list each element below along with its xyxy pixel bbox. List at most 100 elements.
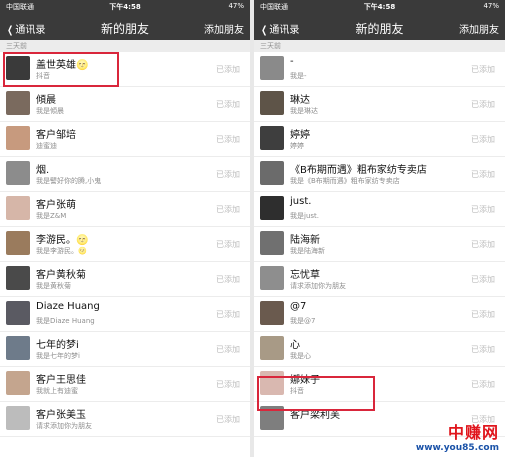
list-item[interactable]: 婷婷 婷婷 已添加: [254, 122, 505, 157]
add-friend-button[interactable]: 添加朋友: [459, 21, 499, 36]
add-friend-button[interactable]: 添加朋友: [204, 21, 244, 36]
avatar[interactable]: [260, 126, 284, 150]
request-message: 我是心: [290, 352, 311, 360]
contact-name: 客户张美玉: [36, 410, 86, 421]
section-header: 三天前: [0, 40, 250, 52]
added-status-label: 已添加: [471, 135, 495, 144]
added-status-label: 已添加: [216, 205, 240, 214]
added-status-label: 已添加: [471, 275, 495, 284]
added-status-label: 已添加: [471, 345, 495, 354]
contact-name: 客户张萌: [36, 200, 76, 211]
avatar[interactable]: [6, 371, 30, 395]
added-status-label: 已添加: [471, 205, 495, 214]
request-message: 我是黄秋菊: [36, 282, 71, 290]
list-item[interactable]: 客户王思佳 我就上有迪蜜 已添加: [0, 367, 250, 402]
list-item[interactable]: 客户张美玉 请求添加你为朋友 已添加: [0, 402, 250, 437]
highlight-box: [3, 52, 119, 87]
contact-name: 《B布期而遇》粗布家纺专卖店: [290, 165, 427, 176]
friend-request-list: 盖世英雄🌝 抖音 已添加 傾晨 我是傾晨 已添加 客户邹培 迪蜜迪 已添加 烟. 我是譬好你的腾,小…: [0, 52, 250, 437]
contact-name: 陆海新: [290, 235, 320, 246]
request-message: 我是-: [290, 72, 307, 80]
contact-name: 傾晨: [36, 95, 56, 106]
battery-level: 47%: [483, 2, 499, 10]
request-message: 我是陆海新: [290, 247, 325, 255]
avatar[interactable]: [260, 161, 284, 185]
list-item[interactable]: 《B布期而遇》粗布家纺专卖店 我是《B布期而遇》粗布家纺专卖店 已添加: [254, 157, 505, 192]
nav-bar: ❮ 通讯录 新的朋友 添加朋友: [254, 14, 505, 40]
section-header: 三天前: [254, 40, 505, 52]
list-item[interactable]: 傾晨 我是傾晨 已添加: [0, 87, 250, 122]
avatar[interactable]: [260, 231, 284, 255]
contact-name: 忘忧草: [290, 270, 320, 281]
list-item[interactable]: 陆海新 我是陆海新 已添加: [254, 227, 505, 262]
avatar[interactable]: [6, 266, 30, 290]
avatar[interactable]: [260, 91, 284, 115]
request-message: 婷婷: [290, 142, 304, 150]
status-bar: 中国联通 下午4:58 47%: [0, 0, 250, 14]
request-message: 我是Z&M: [36, 212, 67, 220]
avatar[interactable]: [6, 126, 30, 150]
added-status-label: 已添加: [216, 345, 240, 354]
request-message: 我是just.: [290, 212, 319, 220]
added-status-label: 已添加: [471, 100, 495, 109]
request-message: 我就上有迪蜜: [36, 387, 78, 395]
avatar[interactable]: [6, 301, 30, 325]
request-message: 我是傾晨: [36, 107, 64, 115]
battery-level: 47%: [228, 2, 244, 10]
avatar[interactable]: [6, 336, 30, 360]
list-item[interactable]: 烟. 我是譬好你的腾,小鬼 已添加: [0, 157, 250, 192]
added-status-label: 已添加: [216, 65, 240, 74]
contact-name: just.: [290, 196, 312, 207]
contact-name: 心: [290, 340, 300, 351]
request-message: 我是《B布期而遇》粗布家纺专卖店: [290, 177, 400, 185]
list-item[interactable]: 琳达 我是琳达 已添加: [254, 87, 505, 122]
status-bar: 中国联通 下午4:58 47%: [254, 0, 505, 14]
added-status-label: 已添加: [471, 170, 495, 179]
avatar[interactable]: [260, 336, 284, 360]
added-status-label: 已添加: [471, 380, 495, 389]
request-message: 我是李游民。🌝: [36, 247, 87, 255]
avatar[interactable]: [260, 301, 284, 325]
watermark-url: www.you85.com: [415, 443, 499, 453]
watermark: 中赚网 www.you85.com: [416, 419, 499, 453]
list-item[interactable]: 客户黄秋菊 我是黄秋菊 已添加: [0, 262, 250, 297]
clock: 下午4:58: [109, 3, 141, 11]
request-message: 请求添加你为朋友: [36, 422, 92, 430]
contact-name: @7: [290, 301, 307, 312]
watermark-brand: 中赚网: [447, 423, 499, 442]
right-phone-screen: 中国联通 下午4:58 47% ❮ 通讯录 新的朋友 添加朋友 三天前 - 我是- 已…: [254, 0, 505, 457]
avatar[interactable]: [6, 406, 30, 430]
contact-name: Diaze Huang: [36, 301, 100, 312]
avatar[interactable]: [6, 161, 30, 185]
request-message: 我是@7: [290, 317, 316, 325]
added-status-label: 已添加: [216, 310, 240, 319]
avatar[interactable]: [260, 56, 284, 80]
list-item[interactable]: 客户张萌 我是Z&M 已添加: [0, 192, 250, 227]
request-message: 我是琳达: [290, 107, 318, 115]
avatar[interactable]: [260, 196, 284, 220]
added-status-label: 已添加: [216, 240, 240, 249]
added-status-label: 已添加: [216, 170, 240, 179]
contact-name: 七年的梦i: [36, 340, 79, 351]
list-item[interactable]: 忘忧草 请求添加你为朋友 已添加: [254, 262, 505, 297]
avatar[interactable]: [6, 196, 30, 220]
list-item[interactable]: - 我是- 已添加: [254, 52, 505, 87]
list-item[interactable]: 心我是心 已添加: [254, 332, 505, 367]
avatar[interactable]: [260, 266, 284, 290]
list-item[interactable]: 客户邹培 迪蜜迪 已添加: [0, 122, 250, 157]
contact-name: 客户王思佳: [36, 375, 86, 386]
list-item[interactable]: @7 我是@7 已添加: [254, 297, 505, 332]
list-item[interactable]: 李游民。🌝 我是李游民。🌝 已添加: [0, 227, 250, 262]
list-item[interactable]: just. 我是just. 已添加: [254, 192, 505, 227]
added-status-label: 已添加: [216, 135, 240, 144]
list-item[interactable]: 七年的梦i 我是七年的梦i 已添加: [0, 332, 250, 367]
avatar[interactable]: [6, 91, 30, 115]
added-status-label: 已添加: [216, 100, 240, 109]
list-item[interactable]: Diaze Huang 我是Diaze Huang 已添加: [0, 297, 250, 332]
contact-name: 客户邹培: [36, 130, 76, 141]
screenshot-composite: 中国联通 下午4:58 47% ❮ 通讯录 新的朋友 添加朋友 三天前 盖世英雄🌝…: [0, 0, 505, 457]
avatar[interactable]: [6, 231, 30, 255]
request-message: 我是Diaze Huang: [36, 317, 95, 325]
request-message: 迪蜜迪: [36, 142, 57, 150]
contact-name: 婷婷: [290, 130, 310, 141]
